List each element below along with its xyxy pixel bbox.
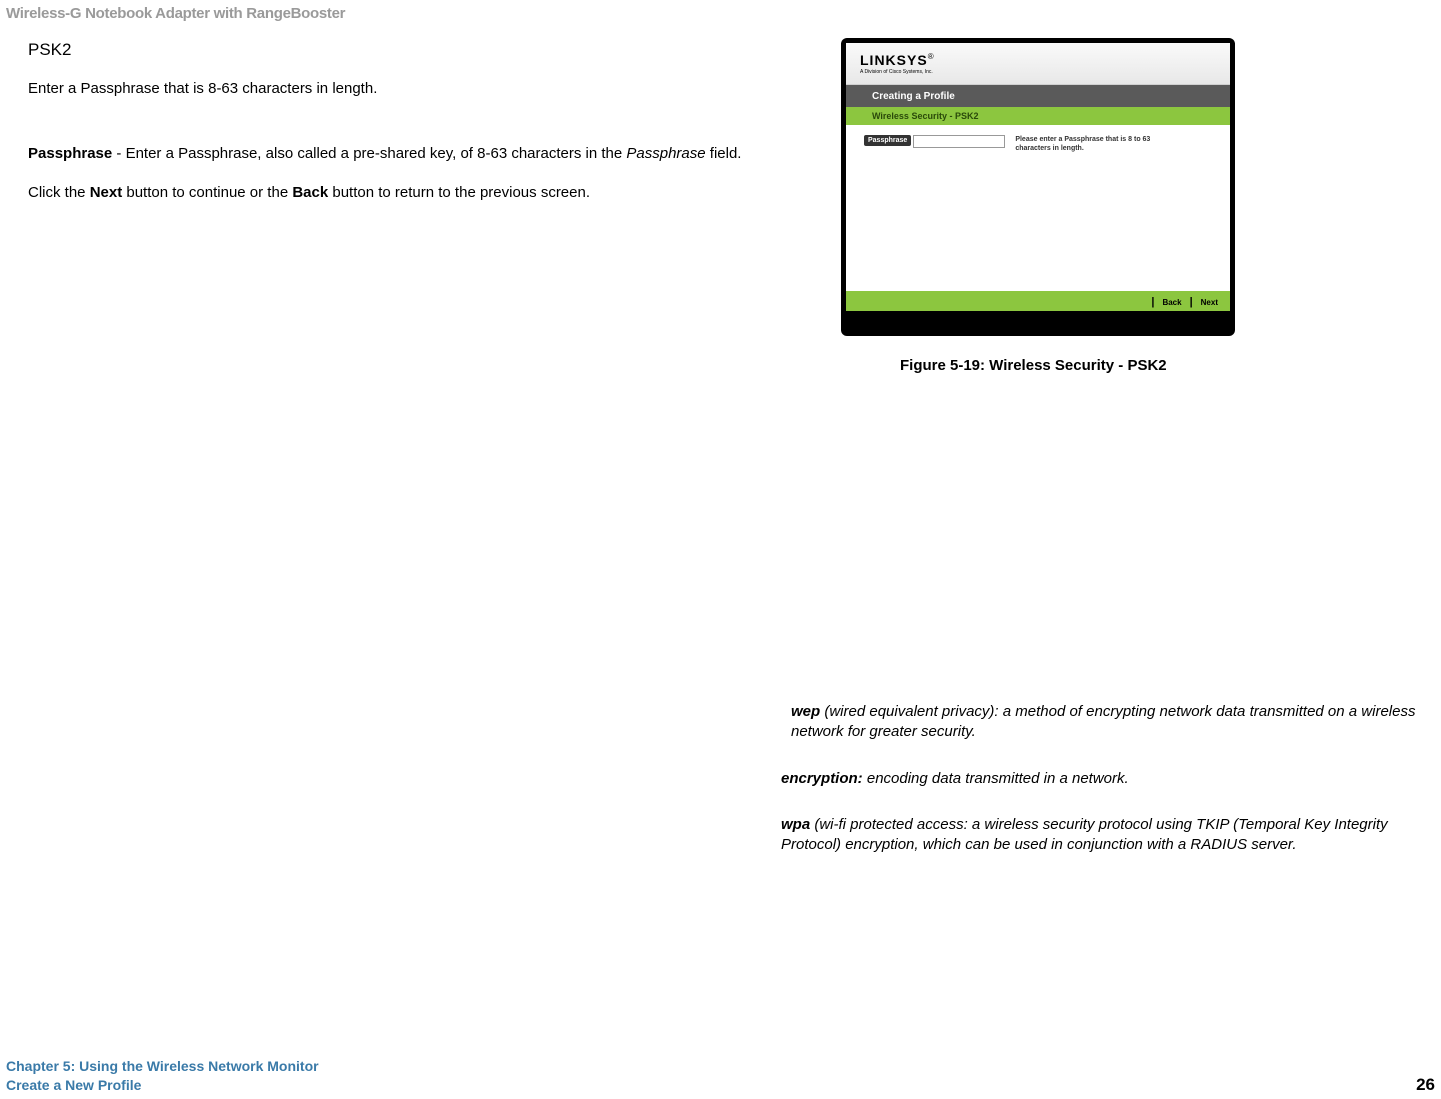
- passphrase-text-1: - Enter a Passphrase, also called a pre-…: [112, 145, 626, 162]
- wpa-text: (wi-fi protected access: a wireless secu…: [781, 816, 1388, 853]
- footer-section: Create a New Profile: [6, 1076, 319, 1095]
- click-suffix: button to return to the previous screen.: [328, 184, 590, 201]
- linksys-logo: LINKSYS: [860, 52, 928, 68]
- wep-term: wep: [791, 703, 820, 720]
- passphrase-help-text: Please enter a Passphrase that is 8 to 6…: [1015, 135, 1170, 153]
- page-number: 26: [1416, 1075, 1435, 1095]
- definitions-block: wep (wired equivalent privacy): a method…: [791, 702, 1431, 855]
- footer-chapter-info: Chapter 5: Using the Wireless Network Mo…: [6, 1057, 319, 1095]
- section-title: PSK2: [28, 40, 788, 60]
- logo-subtitle: A Division of Cisco Systems, Inc.: [860, 69, 934, 75]
- form-area: Passphrase Please enter a Passphrase tha…: [846, 125, 1230, 293]
- wpa-term: wpa: [781, 816, 810, 833]
- logo-area: LINKSYS® A Division of Cisco Systems, In…: [846, 43, 1230, 85]
- wep-definition: wep (wired equivalent privacy): a method…: [791, 702, 1431, 743]
- passphrase-field-name: Passphrase: [626, 145, 705, 162]
- back-button[interactable]: Back: [1158, 298, 1185, 307]
- next-button[interactable]: Next: [1197, 298, 1222, 307]
- wep-text: (wired equivalent privacy): a method of …: [791, 703, 1415, 740]
- encryption-definition: encryption: encoding data transmitted in…: [781, 769, 1431, 789]
- main-content: PSK2 Enter a Passphrase that is 8-63 cha…: [28, 40, 788, 201]
- footer-chapter: Chapter 5: Using the Wireless Network Mo…: [6, 1057, 319, 1076]
- encryption-term: encryption:: [781, 770, 863, 787]
- wpa-definition: wpa (wi-fi protected access: a wireless …: [781, 815, 1431, 856]
- nav-separator: |: [1190, 296, 1193, 308]
- click-prefix: Click the: [28, 184, 90, 201]
- passphrase-description: Passphrase - Enter a Passphrase, also ca…: [28, 145, 788, 162]
- click-mid: button to continue or the: [122, 184, 292, 201]
- navigation-instruction: Click the Next button to continue or the…: [28, 184, 788, 201]
- passphrase-term: Passphrase: [28, 145, 112, 162]
- passphrase-input-label: Passphrase: [864, 135, 911, 146]
- passphrase-input[interactable]: [913, 135, 1005, 148]
- creating-profile-bar: Creating a Profile: [846, 85, 1230, 107]
- registered-mark: ®: [928, 52, 934, 61]
- next-button-ref: Next: [90, 184, 123, 201]
- back-button-ref: Back: [292, 184, 328, 201]
- section-intro: Enter a Passphrase that is 8-63 characte…: [28, 80, 788, 97]
- security-bar: Wireless Security - PSK2: [846, 107, 1230, 125]
- nav-strip: | Back | Next: [846, 293, 1230, 311]
- bottom-bar: | Back | Next: [846, 293, 1230, 331]
- figure-caption: Figure 5-19: Wireless Security - PSK2: [900, 357, 1167, 374]
- nav-separator: |: [1151, 296, 1154, 308]
- product-header: Wireless-G Notebook Adapter with RangeBo…: [6, 5, 345, 22]
- page-footer: Chapter 5: Using the Wireless Network Mo…: [6, 1057, 1435, 1095]
- passphrase-text-2: field.: [706, 145, 742, 162]
- encryption-text: encoding data transmitted in a network.: [863, 770, 1129, 787]
- wizard-screenshot: LINKSYS® A Division of Cisco Systems, In…: [841, 38, 1235, 336]
- wizard-window: LINKSYS® A Division of Cisco Systems, In…: [846, 43, 1230, 331]
